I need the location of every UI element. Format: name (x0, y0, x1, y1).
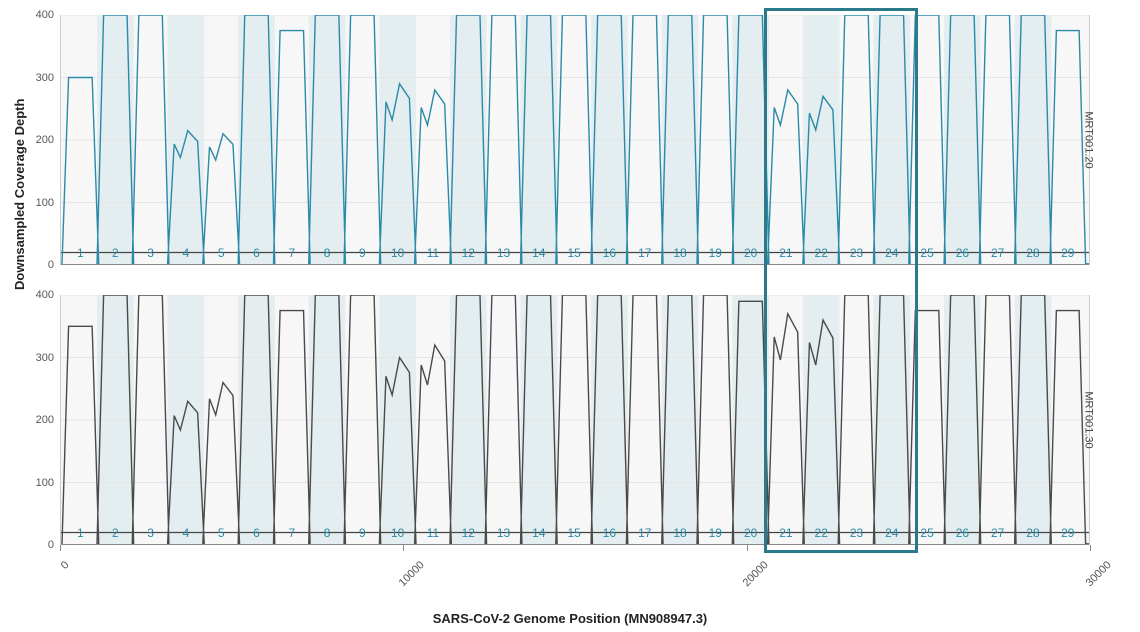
y-tick-label: 100 (36, 477, 54, 489)
amplicon-label: 24 (885, 246, 899, 260)
amplicon-label: 5 (218, 526, 225, 540)
amplicon-label: 14 (532, 526, 546, 540)
amplicon-label: 7 (288, 246, 295, 260)
amplicon-label: 25 (920, 246, 934, 260)
amplicon-label: 14 (532, 246, 546, 260)
y-tick-label: 400 (36, 9, 54, 21)
y-tick-label: 300 (36, 352, 54, 364)
x-tick (1090, 545, 1091, 551)
amplicon-label: 3 (147, 526, 154, 540)
x-axis-label: SARS-CoV-2 Genome Position (MN908947.3) (433, 611, 708, 626)
amplicon-label: 9 (359, 246, 366, 260)
amplicon-label: 26 (956, 526, 970, 540)
y-tick-label: 300 (36, 72, 54, 84)
amplicon-label: 6 (253, 526, 260, 540)
x-tick (403, 545, 404, 551)
amplicon-label: 4 (183, 526, 190, 540)
coverage-panel-1: 1234567891011121314151617181920212223242… (60, 15, 1090, 265)
amplicon-label: 22 (815, 246, 829, 260)
amplicon-label: 29 (1061, 246, 1075, 260)
amplicon-label: 23 (850, 526, 864, 540)
y-tick-label: 200 (36, 134, 54, 146)
amplicon-label: 19 (709, 526, 723, 540)
x-tick (60, 545, 61, 551)
amplicon-label: 15 (567, 526, 581, 540)
amplicon-label: 11 (427, 246, 440, 260)
amplicon-label: 10 (391, 246, 405, 260)
amplicon-label: 29 (1061, 526, 1075, 540)
amplicon-label: 24 (885, 526, 899, 540)
amplicon-label: 28 (1026, 526, 1040, 540)
amplicon-label: 11 (427, 526, 440, 540)
panel-strip-label: MRT001.20 (1082, 111, 1094, 168)
amplicon-label: 12 (462, 526, 476, 540)
amplicon-label: 12 (462, 246, 476, 260)
amplicon-label: 19 (709, 246, 723, 260)
amplicon-label: 1 (77, 246, 84, 260)
amplicon-label: 18 (673, 526, 687, 540)
amplicon-label: 8 (324, 526, 331, 540)
amplicon-label: 9 (359, 526, 366, 540)
amplicon-label: 6 (253, 246, 260, 260)
amplicon-label: 21 (779, 526, 793, 540)
panel-strip-label: MRT001.30 (1082, 391, 1094, 448)
y-tick-label: 0 (48, 259, 54, 271)
amplicon-label: 13 (497, 246, 511, 260)
y-tick-label: 400 (36, 289, 54, 301)
amplicon-label: 27 (991, 526, 1005, 540)
amplicon-label: 20 (744, 526, 758, 540)
coverage-panel-2: 1234567891011121314151617181920212223242… (60, 295, 1090, 545)
amplicon-label: 21 (779, 246, 793, 260)
amplicon-label: 16 (603, 526, 617, 540)
y-tick-label: 0 (48, 539, 54, 551)
amplicon-label: 22 (815, 526, 829, 540)
y-axis-label: Downsampled Coverage Depth (12, 99, 27, 290)
amplicon-label: 1 (77, 526, 84, 540)
y-tick-label: 200 (36, 414, 54, 426)
amplicon-label: 13 (497, 526, 511, 540)
amplicon-label: 16 (603, 246, 617, 260)
amplicon-label: 3 (147, 246, 154, 260)
amplicon-label: 25 (920, 526, 934, 540)
amplicon-label: 27 (991, 246, 1005, 260)
amplicon-label: 28 (1026, 246, 1040, 260)
amplicon-label: 8 (324, 246, 331, 260)
amplicon-label: 2 (112, 246, 119, 260)
amplicon-label: 26 (956, 246, 970, 260)
chart-area: 1234567891011121314151617181920212223242… (60, 15, 1090, 565)
amplicon-label: 2 (112, 526, 119, 540)
y-tick-label: 100 (36, 197, 54, 209)
amplicon-label: 23 (850, 246, 864, 260)
amplicon-label: 15 (567, 246, 581, 260)
amplicon-label: 17 (638, 526, 652, 540)
amplicon-label: 17 (638, 246, 652, 260)
x-tick (747, 545, 748, 551)
amplicon-label: 4 (183, 246, 190, 260)
amplicon-label: 5 (218, 246, 225, 260)
amplicon-label: 10 (391, 526, 405, 540)
amplicon-label: 18 (673, 246, 687, 260)
amplicon-label: 7 (288, 526, 295, 540)
amplicon-label: 20 (744, 246, 758, 260)
